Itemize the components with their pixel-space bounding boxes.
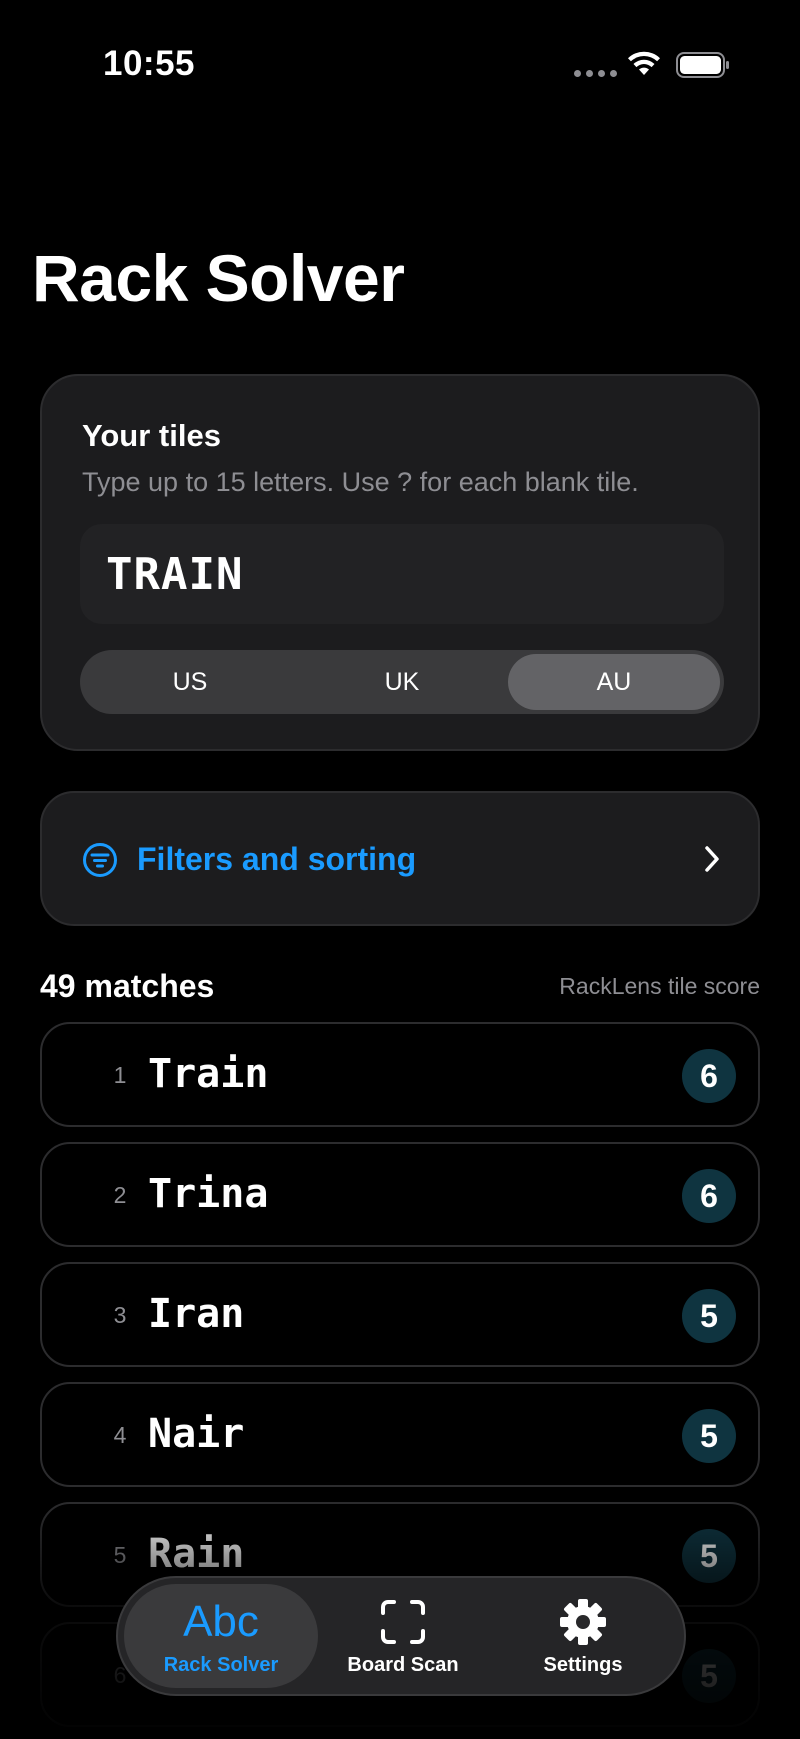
score-badge: 6 <box>682 1169 736 1223</box>
tab-label: Board Scan <box>347 1653 459 1676</box>
row-word: Rain <box>148 1531 245 1577</box>
tiles-heading: Your tiles <box>82 418 221 453</box>
filters-label: Filters and sorting <box>137 841 417 877</box>
row-word: Nair <box>148 1411 245 1457</box>
tiles-help-text: Type up to 15 letters. Use ? for each bl… <box>82 467 639 497</box>
filter-icon <box>83 843 117 877</box>
score-badge: 6 <box>682 1049 736 1103</box>
row-index: 1 <box>113 1062 127 1088</box>
score-badge: 5 <box>682 1289 736 1343</box>
battery-icon <box>676 52 729 78</box>
wifi-icon <box>628 51 660 75</box>
segment-au[interactable]: AU <box>508 654 720 710</box>
scan-frame-icon <box>380 1596 426 1648</box>
row-word: Trina <box>148 1171 269 1217</box>
status-bar: 10:55 <box>0 0 800 130</box>
row-index: 2 <box>113 1182 127 1208</box>
status-time: 10:55 <box>103 44 196 83</box>
result-row[interactable]: 3 Iran 5 <box>40 1262 760 1367</box>
row-index: 5 <box>113 1542 127 1568</box>
tiles-card: Your tiles Type up to 15 letters. Use ? … <box>40 374 760 751</box>
score-badge: 5 <box>682 1529 736 1583</box>
result-row[interactable]: 1 Train 6 <box>40 1022 760 1127</box>
filters-and-sorting-button[interactable]: Filters and sorting <box>40 791 760 926</box>
score-badge: 5 <box>682 1409 736 1463</box>
row-word: Iran <box>148 1291 245 1337</box>
tab-bar: Abc Rack Solver Board Scan Settings <box>116 1576 686 1696</box>
score-caption: RackLens tile score <box>559 973 760 999</box>
row-index: 4 <box>113 1422 127 1448</box>
gear-icon <box>558 1596 608 1648</box>
tab-settings[interactable]: Settings <box>488 1584 678 1688</box>
segment-us[interactable]: US <box>84 654 296 710</box>
tab-rack-solver[interactable]: Abc Rack Solver <box>124 1584 318 1688</box>
tiles-input[interactable] <box>80 524 724 624</box>
result-row[interactable]: 4 Nair 5 <box>40 1382 760 1487</box>
row-word: Train <box>148 1051 269 1097</box>
signal-icon <box>574 70 617 77</box>
matches-count: 49 matches <box>40 968 215 1004</box>
segment-uk[interactable]: UK <box>296 654 508 710</box>
result-row[interactable]: 2 Trina 6 <box>40 1142 760 1247</box>
tab-label: Settings <box>543 1653 623 1676</box>
tab-label: Rack Solver <box>163 1653 279 1676</box>
abc-icon: Abc <box>183 1596 259 1646</box>
page-title: Rack Solver <box>32 241 405 315</box>
row-index: 3 <box>113 1302 127 1328</box>
score-badge: 5 <box>682 1649 736 1703</box>
chevron-right-icon <box>705 846 719 872</box>
dictionary-segmented-control: US UK AU <box>80 650 724 714</box>
tab-board-scan[interactable]: Board Scan <box>318 1584 488 1688</box>
